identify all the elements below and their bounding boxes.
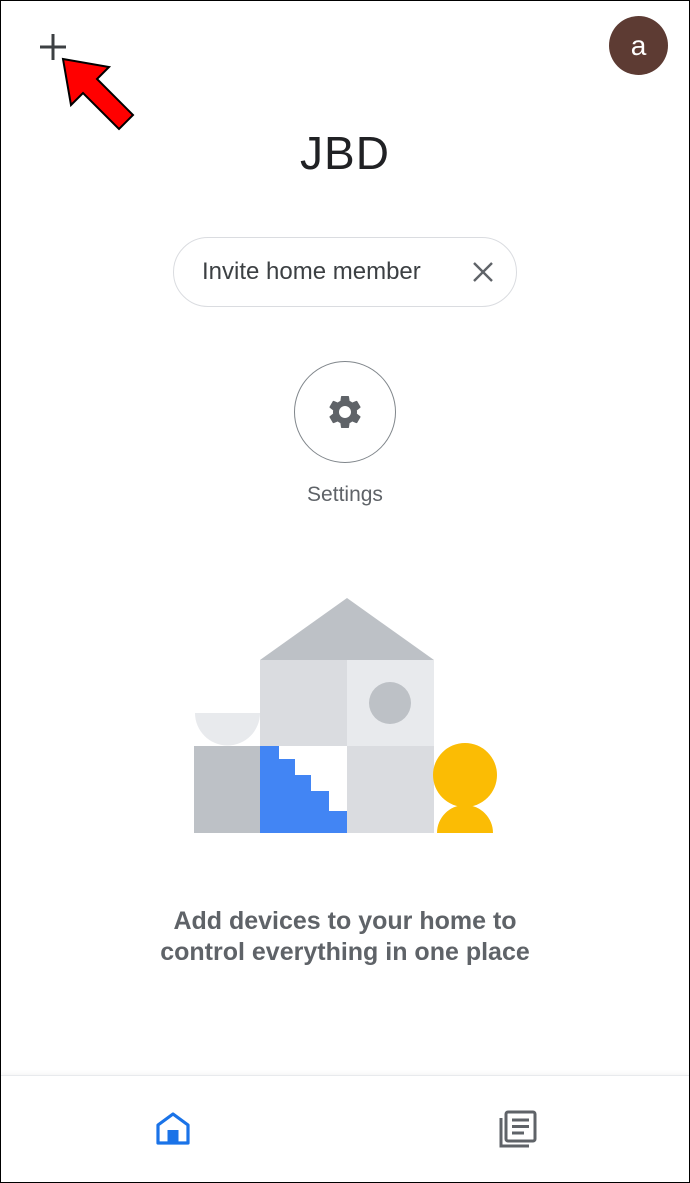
invite-home-member-chip[interactable]: Invite home member [173, 237, 517, 307]
nav-home-tab[interactable] [151, 1106, 195, 1150]
dismiss-invite-button[interactable] [468, 257, 498, 287]
nav-feed-tab[interactable] [495, 1106, 541, 1152]
avatar-letter: a [630, 29, 647, 61]
app-screen: a JBD Invite home member Settings Add de… [0, 0, 690, 1183]
account-avatar[interactable]: a [609, 16, 668, 75]
home-title: JBD [300, 127, 390, 179]
home-blocks-illustration [194, 598, 497, 833]
settings-button[interactable] [294, 361, 396, 463]
home-icon [156, 1112, 190, 1145]
invite-chip-label: Invite home member [202, 258, 421, 285]
empty-state-message: Add devices to your home to control ever… [160, 907, 530, 966]
feed-icon [499, 1110, 537, 1148]
gear-icon [329, 396, 361, 428]
settings-label: Settings [307, 483, 383, 506]
pointer-arrow-icon [61, 57, 135, 131]
bottom-navigation [1, 1075, 689, 1182]
close-icon [473, 262, 493, 282]
